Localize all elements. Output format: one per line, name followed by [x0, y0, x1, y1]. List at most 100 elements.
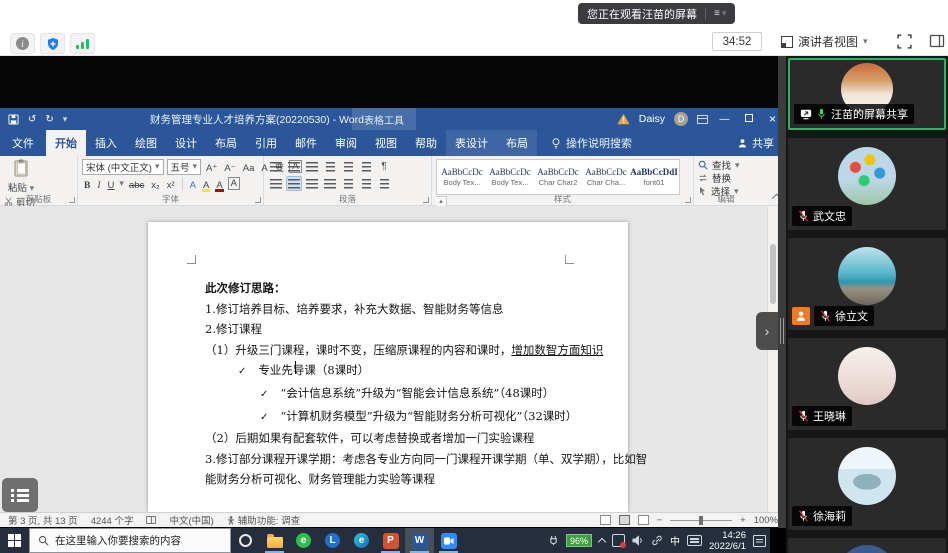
line-spacing-icon[interactable] [340, 176, 356, 191]
align-right-icon[interactable] [304, 176, 320, 191]
strikethrough-button[interactable]: abc [127, 177, 146, 191]
powerpoint-button[interactable]: P [376, 528, 405, 553]
link-icon[interactable] [651, 535, 663, 546]
tab-design[interactable]: 设计 [166, 130, 206, 156]
browser-360-button[interactable]: e [289, 528, 318, 553]
highlight-color-button[interactable]: A [201, 177, 211, 191]
undo-icon[interactable]: ↺ [28, 114, 36, 125]
paste-button[interactable]: 粘贴 ▾ [4, 158, 38, 194]
document-scrollbar[interactable] [767, 206, 777, 512]
tell-me-search[interactable]: 操作说明搜索 [551, 130, 632, 156]
fullscreen-button[interactable] [896, 33, 914, 51]
participant-tile[interactable]: 徐立文 [788, 238, 946, 330]
network-quality-button[interactable] [70, 33, 95, 54]
word-button[interactable]: W [405, 528, 434, 553]
tab-insert[interactable]: 插入 [86, 130, 126, 156]
minimize-button[interactable]: — [717, 114, 732, 125]
decrease-indent-icon[interactable] [322, 159, 338, 174]
align-left-icon[interactable] [268, 176, 284, 191]
ribbon-display-options-icon[interactable] [697, 115, 708, 124]
clipboard-dialog-launcher[interactable] [69, 197, 75, 203]
paragraph-dialog-launcher[interactable] [423, 197, 429, 203]
zoom-slider-knob[interactable] [699, 516, 703, 525]
taskbar-search-box[interactable]: 在这里输入你要搜索的内容 [29, 528, 231, 553]
numbered-list-icon[interactable] [286, 159, 302, 174]
tab-mailings[interactable]: 邮件 [286, 130, 326, 156]
start-button[interactable] [0, 528, 29, 553]
style-card[interactable]: AaBbCcDcBody Tex... [439, 162, 485, 192]
grow-font-icon[interactable]: A⁺ [204, 160, 219, 174]
proofing-icon[interactable] [146, 516, 156, 524]
accessibility-status[interactable]: 辅助功能: 调查 [227, 513, 300, 527]
read-mode-icon[interactable] [600, 515, 611, 525]
increase-indent-icon[interactable] [340, 159, 356, 174]
zoom-out-icon[interactable]: − [657, 515, 663, 526]
file-explorer-button[interactable] [260, 528, 289, 553]
edge-button[interactable]: e [347, 528, 376, 553]
participant-tile-partial[interactable] [788, 538, 946, 553]
keyboard-icon[interactable] [687, 535, 702, 546]
replace-button[interactable]: 替换 [698, 172, 754, 184]
tab-view[interactable]: 视图 [366, 130, 406, 156]
participant-tile[interactable]: 徐海莉 [788, 438, 946, 530]
security-tray-icon[interactable] [612, 534, 625, 547]
meeting-security-button[interactable] [40, 33, 65, 54]
font-size-combo[interactable]: 五号▾ [167, 159, 202, 175]
cortana-button[interactable] [231, 528, 260, 553]
taskbar-clock[interactable]: 14:26 2022/6/1 [709, 530, 746, 552]
zoom-level[interactable]: 100% [754, 515, 778, 526]
tab-home[interactable]: 开始 [46, 130, 86, 156]
tray-overflow-icon[interactable] [598, 538, 606, 546]
view-mode-dropdown[interactable]: 演讲者视图 ▾ [781, 31, 868, 52]
bullet-list-icon[interactable] [268, 159, 284, 174]
style-card[interactable]: AaBbCcDcChar Char2 [535, 162, 581, 192]
shrink-font-icon[interactable]: A⁻ [222, 160, 237, 174]
italic-button[interactable]: I [95, 177, 102, 191]
align-center-icon[interactable] [286, 176, 302, 191]
style-card[interactable]: AaBbCcDdIfont01 [631, 162, 677, 192]
change-case-icon[interactable]: Aa [241, 160, 257, 174]
sort-icon[interactable] [358, 159, 374, 174]
multilevel-list-icon[interactable] [304, 159, 320, 174]
find-button[interactable]: 查找▾ [698, 159, 754, 171]
print-layout-icon[interactable] [619, 515, 630, 525]
language-indicator[interactable]: 中文(中国) [169, 513, 213, 527]
enclose-characters-icon[interactable]: A [228, 177, 240, 190]
floating-list-button[interactable] [2, 478, 38, 512]
battery-badge[interactable]: 96% [566, 534, 592, 547]
styles-dialog-launcher[interactable] [685, 197, 691, 203]
tab-table-layout[interactable]: 布局 [497, 130, 537, 156]
tab-layout[interactable]: 布局 [206, 130, 246, 156]
web-layout-icon[interactable] [638, 515, 649, 525]
style-card[interactable]: AaBbCcDcBody Tex... [487, 162, 533, 192]
bold-button[interactable]: B [82, 177, 92, 191]
signed-in-user[interactable]: Daisy [639, 113, 665, 125]
font-name-combo[interactable]: 宋体 (中文正文)▾ [82, 159, 164, 175]
tab-review[interactable]: 审阅 [326, 130, 366, 156]
restore-button[interactable] [741, 114, 756, 125]
subscript-button[interactable]: x₂ [149, 177, 161, 191]
page-indicator[interactable]: 第 3 页, 共 13 页 [8, 513, 78, 527]
superscript-button[interactable]: x² [165, 177, 177, 191]
share-button[interactable]: 共享 [737, 130, 774, 156]
borders-icon[interactable] [376, 176, 392, 191]
tab-table-design[interactable]: 表设计 [446, 130, 497, 156]
banner-menu-icon[interactable]: ≡▾ [714, 8, 726, 19]
ime-indicator[interactable]: 中 [670, 533, 680, 548]
power-plug-icon[interactable] [548, 535, 559, 546]
tencent-meeting-button[interactable] [434, 528, 463, 553]
sidebar-layout-button[interactable] [929, 33, 947, 51]
underline-button[interactable]: U [106, 177, 117, 191]
show-marks-icon[interactable]: ¶ [376, 159, 392, 174]
document-page[interactable]: 此次修订思路： 1.修订培养目标、培养要求，补充大数据、智能财务等信息 2.修订… [148, 222, 628, 512]
tab-help[interactable]: 帮助 [406, 130, 446, 156]
tab-file[interactable]: 文件 [0, 130, 46, 156]
tab-references[interactable]: 引用 [246, 130, 286, 156]
meeting-info-button[interactable]: i [10, 33, 35, 54]
participant-tile-screen-share[interactable]: 汪苗的屏幕共享 [788, 58, 946, 130]
action-center-icon[interactable] [753, 535, 766, 547]
scrollbar-thumb[interactable] [770, 244, 776, 304]
text-effects-icon[interactable]: A [188, 177, 198, 191]
participant-tile[interactable]: 武文忠 [788, 138, 946, 230]
shading-icon[interactable] [358, 176, 374, 191]
